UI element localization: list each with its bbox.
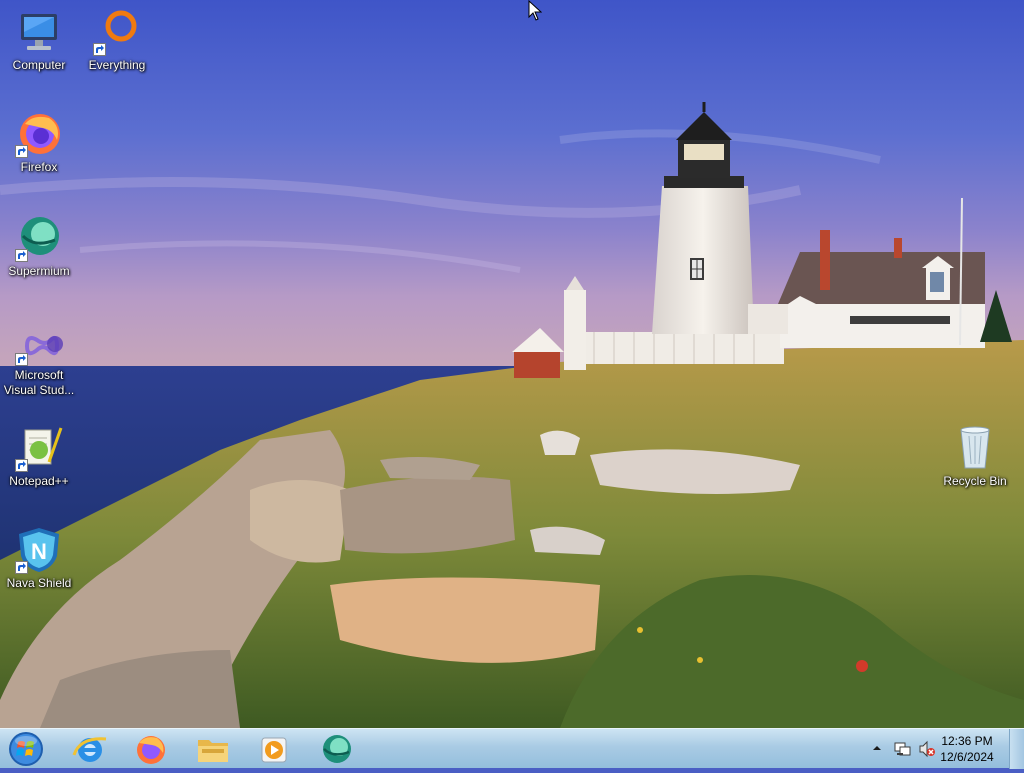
desktop-icon-label: Nava Shield — [6, 576, 72, 590]
desktop-icon-firefox[interactable]: Firefox — [1, 110, 77, 175]
taskbar-file-explorer[interactable] — [189, 731, 237, 767]
system-tray: 12:36 PM 12/6/2024 — [864, 729, 1024, 769]
firefox-icon — [137, 736, 165, 764]
supermium-icon — [323, 735, 351, 763]
show-desktop-button[interactable] — [1009, 729, 1024, 769]
shortcut-arrow-icon — [15, 353, 28, 366]
desktop-icon-label: Everything — [88, 58, 146, 72]
desktop-icon-everything[interactable]: Everything — [79, 8, 155, 73]
internet-explorer-icon — [72, 737, 107, 762]
desktop-icon-recycle-bin[interactable]: Recycle Bin — [937, 424, 1013, 489]
taskbar-supermium[interactable] — [313, 731, 361, 767]
network-icon[interactable] — [894, 740, 912, 758]
desktop-icon-label: Firefox — [20, 160, 58, 174]
desktop-icon-notepadpp[interactable]: Notepad++ — [1, 424, 77, 489]
clock-date: 12/6/2024 — [940, 750, 994, 764]
show-hidden-icons-icon[interactable] — [872, 743, 882, 753]
desktop-icon-label: Recycle Bin — [943, 474, 1007, 488]
clock-time: 12:36 PM — [941, 734, 993, 748]
desktop-icon-nava-shield[interactable]: N Nava Shield — [1, 526, 77, 591]
desktop-icon-label: Supermium — [8, 264, 70, 278]
firefox-icon — [15, 110, 63, 158]
desktop-icon-label: Computer — [12, 58, 66, 72]
computer-icon — [15, 8, 63, 56]
recycle-bin-icon — [951, 424, 999, 472]
svg-text:N: N — [31, 539, 47, 564]
desktop-icon-label: Microsoft Visual Stud... — [3, 368, 75, 397]
file-explorer-icon — [198, 740, 228, 762]
shortcut-arrow-icon — [15, 145, 28, 158]
desktop-wallpaper — [0, 0, 1024, 728]
media-player-icon — [261, 737, 287, 763]
start-button[interactable] — [6, 730, 46, 768]
mouse-cursor-icon — [528, 0, 542, 21]
desktop-icon-visual-studio[interactable]: Microsoft Visual Stud... — [1, 318, 77, 398]
shortcut-arrow-icon — [15, 459, 28, 472]
desktop-icon-supermium[interactable]: Supermium — [1, 214, 77, 279]
notepadpp-icon — [15, 424, 63, 472]
shortcut-arrow-icon — [15, 249, 28, 262]
supermium-icon — [15, 214, 63, 262]
desktop-icon-label: Notepad++ — [9, 474, 69, 488]
nava-shield-icon: N — [15, 526, 63, 574]
taskbar-media-player[interactable] — [250, 731, 298, 767]
taskbar-internet-explorer[interactable] — [66, 731, 114, 767]
visual-studio-icon — [15, 318, 63, 366]
shortcut-arrow-icon — [15, 561, 28, 574]
taskbar-firefox[interactable] — [127, 731, 175, 767]
desktop-icon-computer[interactable]: Computer — [1, 8, 77, 73]
everything-icon — [93, 8, 141, 56]
taskbar: 12:36 PM 12/6/2024 — [0, 728, 1024, 769]
shortcut-arrow-icon — [93, 43, 106, 56]
clock[interactable]: 12:36 PM 12/6/2024 — [932, 733, 1002, 765]
start-orb-icon — [9, 732, 43, 766]
